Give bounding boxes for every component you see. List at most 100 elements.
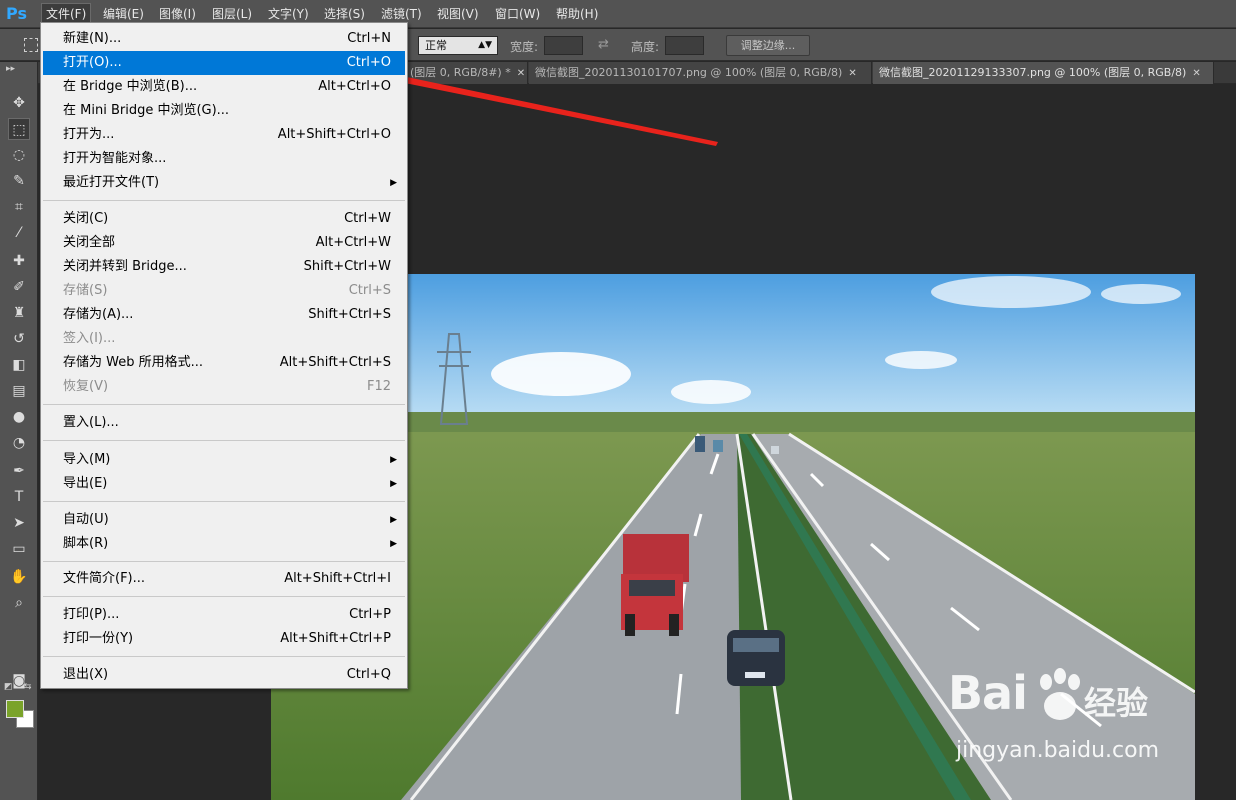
menu-item-open-smart-object[interactable]: 打开为智能对象... <box>43 147 405 171</box>
menu-item-exit[interactable]: 退出(X) Ctrl+Q <box>43 663 405 687</box>
submenu-arrow-icon: ▶ <box>390 539 397 549</box>
shape-tool-icon[interactable]: ▭ <box>8 538 30 560</box>
menu-item-label: 存储为(A)... <box>63 307 134 322</box>
blur-tool-icon[interactable]: ● <box>8 406 30 428</box>
zoom-tool-icon[interactable]: ⌕ <box>8 592 30 614</box>
type-tool-icon[interactable]: T <box>8 486 30 508</box>
menu-item-label: 置入(L)... <box>63 415 119 430</box>
menu-item-open[interactable]: 打开(O)... Ctrl+O <box>43 51 405 75</box>
foreground-color-swatch[interactable] <box>6 700 24 718</box>
menu-separator <box>43 404 405 405</box>
submenu-arrow-icon: ▶ <box>390 479 397 489</box>
submenu-arrow-icon: ▶ <box>390 515 397 525</box>
quick-mask-icon[interactable]: ◙ <box>8 670 30 692</box>
menu-item-label: 恢复(V) <box>63 379 109 394</box>
height-label: 高度: <box>631 40 660 54</box>
menu-item-close[interactable]: 关闭(C) Ctrl+W <box>43 207 405 231</box>
annotation-arrow <box>384 68 718 146</box>
menu-image[interactable]: 图像(I) <box>155 4 200 24</box>
menu-item-shortcut: Shift+Ctrl+S <box>308 307 391 322</box>
menu-item-place[interactable]: 置入(L)... <box>43 411 405 435</box>
menu-item-shortcut: Ctrl+Q <box>346 667 391 682</box>
menu-item-scripts[interactable]: 脚本(R) ▶ <box>43 532 405 556</box>
marquee-tool-icon[interactable]: ⬚ <box>8 118 30 140</box>
gradient-tool-icon[interactable]: ▤ <box>8 380 30 402</box>
history-brush-tool-icon[interactable]: ↺ <box>8 328 30 350</box>
tab-document-3[interactable]: 微信截图_20201129133307.png @ 100% (图层 0, RG… <box>873 62 1214 84</box>
menu-item-label: 存储为 Web 所用格式... <box>63 355 204 370</box>
move-tool-icon[interactable]: ✥ <box>8 92 30 114</box>
menu-window[interactable]: 窗口(W) <box>491 4 544 24</box>
menu-item-label: 关闭(C) <box>63 211 109 226</box>
crop-tool-icon[interactable]: ⌗ <box>8 196 30 218</box>
menu-item-file-info[interactable]: 文件简介(F)... Alt+Shift+Ctrl+I <box>43 567 405 591</box>
dodge-tool-icon[interactable]: ◔ <box>8 432 30 454</box>
menu-separator <box>43 561 405 562</box>
swap-icon[interactable]: ⇄ <box>598 37 609 52</box>
tools-panel: ▸▸ ✥ ⬚ ◌ ✎ ⌗ ⁄ ✚ ✐ ♜ ↺ ◧ ▤ ● ◔ ✒ T ➤ ▭ ✋… <box>0 62 38 800</box>
path-select-tool-icon[interactable]: ➤ <box>8 512 30 534</box>
menu-item-shortcut: Alt+Shift+Ctrl+O <box>277 127 391 142</box>
menu-item-label: 文件简介(F)... <box>63 571 146 586</box>
quick-select-tool-icon[interactable]: ✎ <box>8 170 30 192</box>
eyedropper-tool-icon[interactable]: ⁄ <box>8 222 30 244</box>
menu-item-shortcut: F12 <box>366 379 391 394</box>
pen-tool-icon[interactable]: ✒ <box>8 460 30 482</box>
menu-item-close-go-bridge[interactable]: 关闭并转到 Bridge... Shift+Ctrl+W <box>43 255 405 279</box>
collapse-icon[interactable]: ▸▸ <box>6 64 15 74</box>
close-icon[interactable]: ✕ <box>1192 68 1200 79</box>
menu-item-label: 在 Mini Bridge 中浏览(G)... <box>63 103 230 118</box>
menu-item-label: 存储(S) <box>63 283 108 298</box>
menu-item-close-all[interactable]: 关闭全部 Alt+Ctrl+W <box>43 231 405 255</box>
menu-item-recent-files[interactable]: 最近打开文件(T) ▶ <box>43 171 405 195</box>
menu-filter[interactable]: 滤镜(T) <box>377 4 426 24</box>
menu-item-label: 打开(O)... <box>63 55 122 70</box>
menu-item-label: 在 Bridge 中浏览(B)... <box>63 79 198 94</box>
menu-item-open-as[interactable]: 打开为... Alt+Shift+Ctrl+O <box>43 123 405 147</box>
rectangular-marquee-icon[interactable] <box>24 38 38 52</box>
menu-item-save-for-web[interactable]: 存储为 Web 所用格式... Alt+Shift+Ctrl+S <box>43 351 405 375</box>
menu-item-browse-bridge[interactable]: 在 Bridge 中浏览(B)... Alt+Ctrl+O <box>43 75 405 99</box>
menu-item-save-as[interactable]: 存储为(A)... Shift+Ctrl+S <box>43 303 405 327</box>
menu-item-check-in: 签入(I)... <box>43 327 405 351</box>
close-icon[interactable]: ✕ <box>848 68 856 79</box>
menu-view[interactable]: 视图(V) <box>433 4 483 24</box>
menu-item-print-one-copy[interactable]: 打印一份(Y) Alt+Shift+Ctrl+P <box>43 627 405 651</box>
eraser-tool-icon[interactable]: ◧ <box>8 354 30 376</box>
menu-item-label: 打印(P)... <box>63 607 120 622</box>
menu-item-label: 关闭全部 <box>63 235 116 250</box>
menu-item-label: 打印一份(Y) <box>63 631 134 646</box>
healing-brush-tool-icon[interactable]: ✚ <box>8 250 30 272</box>
menu-separator <box>43 200 405 201</box>
stamp-tool-icon[interactable]: ♜ <box>8 302 30 324</box>
menu-item-print[interactable]: 打印(P)... Ctrl+P <box>43 603 405 627</box>
menu-item-import[interactable]: 导入(M) ▶ <box>43 448 405 472</box>
menu-type[interactable]: 文字(Y) <box>264 4 313 24</box>
width-input[interactable] <box>544 36 583 55</box>
style-select[interactable]: 正常 ▲▼ <box>418 36 498 55</box>
menu-item-shortcut: Alt+Shift+Ctrl+S <box>279 355 391 370</box>
lasso-tool-icon[interactable]: ◌ <box>8 144 30 166</box>
file-menu-dropdown: 新建(N)... Ctrl+N 打开(O)... Ctrl+O 在 Bridge… <box>40 22 408 689</box>
menu-item-label: 导出(E) <box>63 476 108 491</box>
tab-title: 微信截图_20201129133307.png @ 100% (图层 0, RG… <box>879 66 1187 79</box>
menu-item-label: 退出(X) <box>63 667 109 682</box>
height-input[interactable] <box>665 36 704 55</box>
menu-item-export[interactable]: 导出(E) ▶ <box>43 472 405 496</box>
menu-item-browse-mini-bridge[interactable]: 在 Mini Bridge 中浏览(G)... <box>43 99 405 123</box>
brush-tool-icon[interactable]: ✐ <box>8 276 30 298</box>
menu-file[interactable]: 文件(F) <box>40 3 92 25</box>
menu-layer[interactable]: 图层(L) <box>208 4 256 24</box>
menu-item-shortcut: Alt+Shift+Ctrl+I <box>284 571 391 586</box>
menu-item-automate[interactable]: 自动(U) ▶ <box>43 508 405 532</box>
hand-tool-icon[interactable]: ✋ <box>8 566 30 588</box>
menu-help[interactable]: 帮助(H) <box>552 4 602 24</box>
menu-item-label: 脚本(R) <box>63 536 109 551</box>
refine-edge-button[interactable]: 调整边缘... <box>726 35 810 56</box>
menu-item-label: 最近打开文件(T) <box>63 175 160 190</box>
menu-select[interactable]: 选择(S) <box>320 4 369 24</box>
menu-item-save: 存储(S) Ctrl+S <box>43 279 405 303</box>
menu-edit[interactable]: 编辑(E) <box>99 4 148 24</box>
menu-item-new[interactable]: 新建(N)... Ctrl+N <box>43 27 405 51</box>
submenu-arrow-icon: ▶ <box>390 455 397 465</box>
